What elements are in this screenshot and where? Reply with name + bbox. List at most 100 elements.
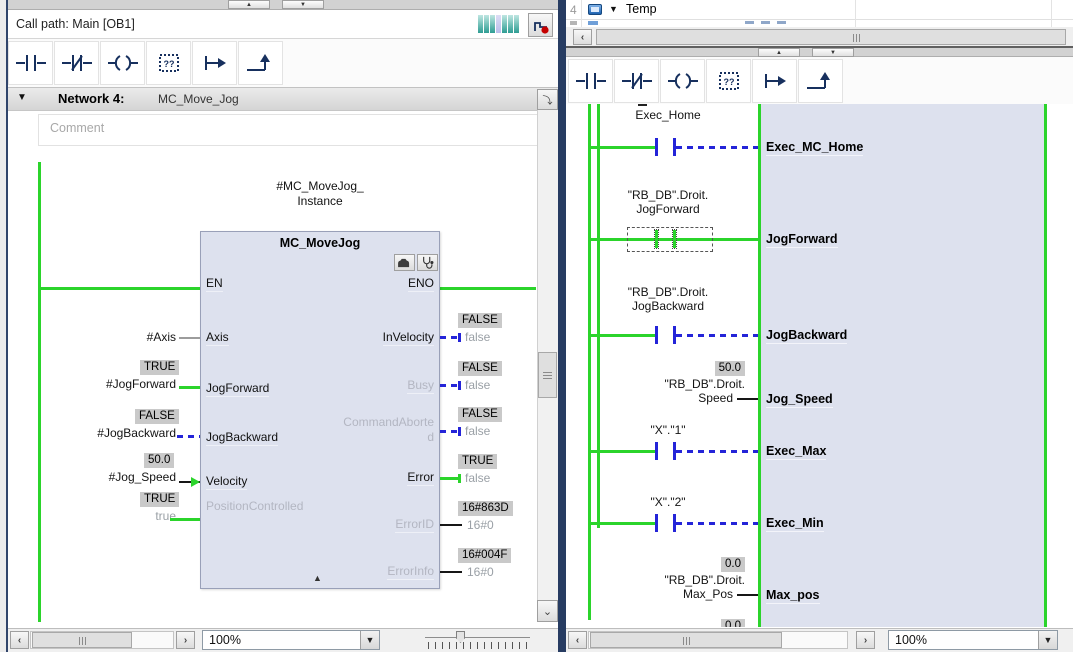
pin-jogforward[interactable]: JogForward: [206, 381, 269, 397]
operand-axis[interactable]: #Axis: [36, 330, 176, 344]
right-zoom-combo[interactable]: 100% ▼: [888, 630, 1058, 650]
open-branch-icon[interactable]: [238, 41, 283, 85]
commandaborted-ghost-value: false: [465, 424, 490, 438]
left-zoom-combo[interactable]: 100% ▼: [202, 630, 380, 650]
rung1-contact[interactable]: [655, 138, 658, 156]
rung6-operand[interactable]: "X"."2": [598, 495, 738, 509]
snapshot-icon-button[interactable]: [394, 254, 415, 271]
left-vscroll-up-button[interactable]: ⤵︎: [537, 89, 558, 110]
block-collapse-icon[interactable]: ▲: [313, 573, 322, 583]
instance-name[interactable]: #MC_MoveJog_ Instance: [215, 179, 425, 209]
pin-jogbackward[interactable]: JogBackward: [206, 430, 278, 446]
rung3-operand-line2[interactable]: JogBackward: [598, 299, 738, 313]
rung4-operand-line1[interactable]: "RB_DB".Droit.: [600, 377, 745, 391]
pin-max-pos[interactable]: Max_pos: [766, 588, 820, 604]
pin-commandaborted[interactable]: CommandAborted: [341, 415, 434, 445]
rung6-contact[interactable]: [655, 514, 658, 532]
rung5-out-wire: [676, 450, 758, 453]
pin-eno[interactable]: ENO: [310, 276, 434, 292]
rung7-operand-line2[interactable]: Max_Pos: [588, 587, 733, 601]
pin-busy[interactable]: Busy: [310, 378, 434, 394]
empty-box-icon[interactable]: ??: [146, 41, 191, 85]
pin-jogbackward[interactable]: JogBackward: [766, 328, 847, 344]
pin-exec-mc-home[interactable]: Exec_MC_Home: [766, 140, 863, 156]
rung4-operand-line2[interactable]: Speed: [588, 391, 733, 405]
open-branch-icon[interactable]: [798, 59, 843, 103]
rung5-operand[interactable]: "X"."1": [598, 423, 738, 437]
coil-icon[interactable]: [660, 59, 705, 103]
operand-jogbackward[interactable]: #JogBackward: [36, 426, 176, 440]
var-row-section[interactable]: Temp: [626, 2, 657, 16]
splitter-down-button[interactable]: ▼: [282, 0, 324, 9]
pin-positioncontrolled[interactable]: PositionControlled: [206, 499, 308, 514]
pin-axis[interactable]: Axis: [206, 330, 229, 346]
rung1-operand[interactable]: Exec_Home: [598, 108, 738, 122]
pin-exec-min[interactable]: Exec_Min: [766, 516, 824, 532]
no-contact-icon[interactable]: [568, 59, 613, 103]
rung2-lead: [591, 238, 628, 241]
left-hscroll-right-button[interactable]: ›: [176, 631, 195, 649]
left-ladder-canvas[interactable]: #MC_MoveJog_ Instance MC_MoveJog EN ENO …: [8, 147, 537, 627]
rung2-operand-line1[interactable]: "RB_DB".Droit.: [598, 188, 738, 202]
pin-velocity[interactable]: Velocity: [206, 474, 247, 490]
nc-contact-icon[interactable]: [54, 41, 99, 85]
left-zoom-dropdown-icon[interactable]: ▼: [360, 631, 379, 649]
velocity-value-badge: 50.0: [144, 453, 174, 468]
left-zoom-value: 100%: [203, 633, 360, 647]
rung2-contact-selected[interactable]: [673, 230, 676, 248]
empty-box-icon[interactable]: ??: [706, 59, 751, 103]
left-hscroll-thumb[interactable]: [32, 632, 132, 648]
pin-en[interactable]: EN: [206, 276, 223, 292]
rung4-value-badge: 50.0: [715, 361, 745, 376]
right-ladder-canvas[interactable]: Exec_MC_Home JogForward JogBackward Jog_…: [566, 104, 1073, 627]
left-hscroll-left-button[interactable]: ‹: [10, 631, 29, 649]
rung3-lead: [591, 334, 655, 337]
invelocity-value-badge: FALSE: [458, 313, 502, 328]
nc-contact-icon[interactable]: [614, 59, 659, 103]
right-zoom-dropdown-icon[interactable]: ▼: [1038, 631, 1057, 649]
jump-arrow-icon[interactable]: [752, 59, 797, 103]
instance-name-line1: #MC_MoveJog_: [215, 179, 425, 194]
rung3-operand-line1[interactable]: "RB_DB".Droit.: [598, 285, 738, 299]
errorinfo-ghost-value: 16#0: [467, 565, 494, 579]
right-hscroll-thumb[interactable]: [590, 632, 782, 648]
panel-separator[interactable]: [558, 0, 566, 652]
operand-jogspeed[interactable]: #Jog_Speed: [36, 470, 176, 484]
right-splitter-down-button[interactable]: ▼: [812, 48, 854, 57]
rung7-operand-line1[interactable]: "RB_DB".Droit.: [600, 573, 745, 587]
table-col-line3: [1051, 0, 1052, 27]
pin-jog-speed[interactable]: Jog_Speed: [766, 392, 833, 408]
jump-arrow-icon[interactable]: [192, 41, 237, 85]
left-vscroll-down-button[interactable]: ⌄: [537, 600, 558, 622]
called-block-body[interactable]: [761, 104, 1044, 627]
monitor-trace-icon-button[interactable]: [528, 13, 553, 37]
rung2-operand-line2[interactable]: JogForward: [598, 202, 738, 216]
pin-invelocity[interactable]: InVelocity: [310, 330, 434, 346]
right-table-hscroll-thumb[interactable]: [596, 29, 1066, 45]
right-hscroll-right-button[interactable]: ›: [856, 631, 875, 649]
operand-jogforward[interactable]: #JogForward: [36, 377, 176, 391]
pin-error[interactable]: Error: [310, 470, 434, 486]
commandaborted-wire-tick: [458, 427, 461, 436]
rung5-contact[interactable]: [655, 442, 658, 460]
right-hscroll-left-button[interactable]: ‹: [568, 631, 587, 649]
en-wire: [41, 287, 200, 290]
right-splitter-up-button[interactable]: ▲: [758, 48, 800, 57]
network-title[interactable]: MC_Move_Jog: [158, 92, 239, 106]
left-vscroll-thumb[interactable]: [538, 352, 557, 398]
comment-box[interactable]: [38, 114, 540, 146]
pin-errorid[interactable]: ErrorID: [310, 517, 434, 533]
rung3-contact[interactable]: [655, 326, 658, 344]
pin-exec-max[interactable]: Exec_Max: [766, 444, 826, 460]
no-contact-icon[interactable]: [8, 41, 53, 85]
rung2-contact-selected[interactable]: [655, 230, 658, 248]
var-row-collapse-icon[interactable]: ▼: [609, 4, 618, 14]
diagnostics-icon-button[interactable]: [417, 254, 438, 271]
network-collapse-icon[interactable]: ▼: [17, 92, 27, 103]
pin-jogforward[interactable]: JogForward: [766, 232, 838, 248]
operand-true[interactable]: true: [36, 509, 176, 523]
right-table-hscroll-left-button[interactable]: ‹: [573, 29, 592, 45]
pin-errorinfo[interactable]: ErrorInfo: [310, 564, 434, 580]
coil-icon[interactable]: [100, 41, 145, 85]
splitter-up-button[interactable]: ▲: [228, 0, 270, 9]
